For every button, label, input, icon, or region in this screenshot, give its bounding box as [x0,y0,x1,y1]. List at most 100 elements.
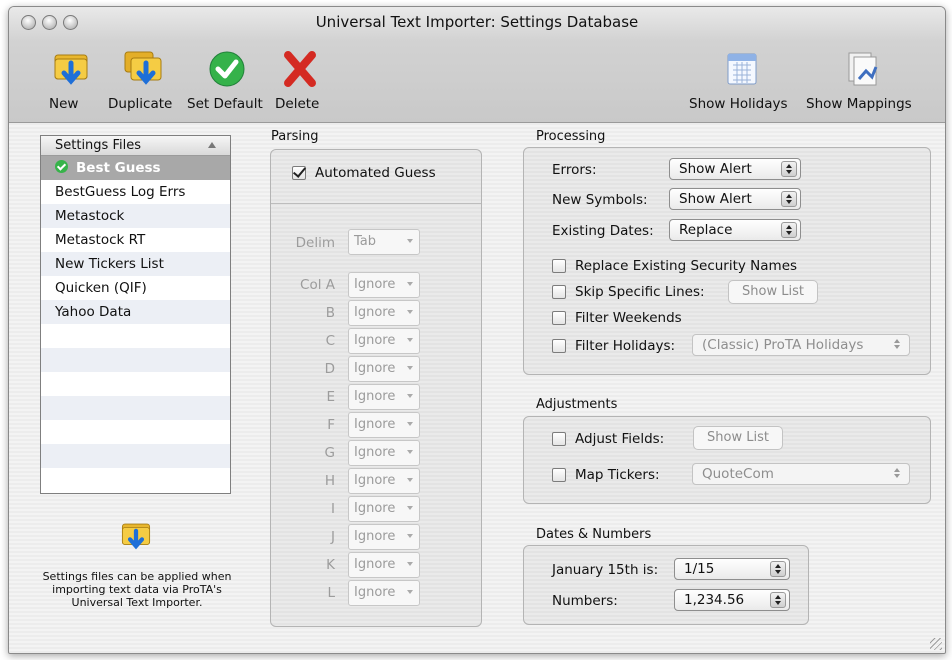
list-item[interactable]: BestGuess Log Errs [41,180,230,204]
processing-title: Processing [536,129,606,144]
settings-files-list[interactable]: Settings Files Best Guess BestGuess Log … [40,135,231,494]
set-default-button[interactable]: Set Default [187,49,267,112]
col-select[interactable]: Ignore [348,384,420,410]
automated-guess-checkbox-box [292,166,306,180]
col-select[interactable]: Ignore [348,328,420,354]
col-select[interactable]: Ignore [348,412,420,438]
stepper-arrows-icon [770,561,786,577]
skip-lines-show-list-button[interactable]: Show List [728,280,818,304]
map-tickers-checkbox-box [552,468,566,482]
col-label: B [325,305,335,321]
delim-select[interactable]: Tab [348,229,420,255]
col-label: C [325,333,335,349]
skip-lines-checkbox-box [552,285,566,299]
list-item[interactable]: Best Guess [41,156,230,180]
new-symbols-label: New Symbols: [552,192,648,208]
existing-dates-select[interactable]: Replace [669,219,801,241]
empty-row [41,396,230,420]
automated-guess-label: Automated Guess [315,165,436,181]
col-label: J [331,529,335,545]
title-toolbar: Universal Text Importer: Settings Databa… [9,7,945,123]
filter-holidays-checkbox[interactable]: Filter Holidays: [552,338,675,354]
col-label: F [327,417,335,433]
col-select[interactable]: Ignore [348,552,420,578]
settings-files-header-label: Settings Files [55,138,141,153]
adjust-fields-checkbox[interactable]: Adjust Fields: [552,431,664,447]
empty-row [41,348,230,372]
col-label: H [324,473,335,489]
col-select[interactable]: Ignore [348,356,420,382]
duplicate-button[interactable]: Duplicate [108,49,178,112]
filter-weekends-checkbox[interactable]: Filter Weekends [552,310,682,326]
col-select[interactable]: Ignore [348,300,420,326]
number-format-select[interactable]: 1,234.56 [674,589,790,611]
parsing-title: Parsing [271,129,319,144]
errors-label: Errors: [552,162,597,178]
date-format-select[interactable]: 1/15 [674,558,790,580]
empty-row [41,444,230,468]
settings-files-column-header[interactable]: Settings Files [41,136,230,156]
list-item[interactable]: Metastock [41,204,230,228]
numbers-label: Numbers: [552,593,618,609]
automated-guess-checkbox[interactable]: Automated Guess [292,165,436,181]
col-select[interactable]: Ignore [348,496,420,522]
col-select[interactable]: Ignore [348,440,420,466]
show-mappings-button[interactable]: Show Mappings [806,49,922,112]
col-select[interactable]: Ignore [348,272,420,298]
col-label: L [327,585,335,601]
map-tickers-checkbox[interactable]: Map Tickers: [552,467,660,483]
replace-names-checkbox[interactable]: Replace Existing Security Names [552,258,797,274]
stepper-arrows-icon [890,466,906,482]
january-15th-label: January 15th is: [552,562,659,578]
new-folder-icon [54,54,88,85]
stepper-arrows-icon [781,161,797,177]
show-holidays-button[interactable]: Show Holidays [689,49,795,112]
default-check-icon [55,160,68,173]
adjust-fields-checkbox-box [552,432,566,446]
col-label: G [324,445,335,461]
help-note: Settings files can be applied when impor… [42,570,232,609]
holidays-select[interactable]: (Classic) ProTA Holidays [692,334,910,356]
delete-button[interactable]: Delete [275,49,325,112]
stepper-arrows-icon [770,592,786,608]
stepper-arrows-icon [781,222,797,238]
dates-numbers-title: Dates & Numbers [536,527,652,542]
filter-weekends-checkbox-box [552,311,566,325]
list-item[interactable]: Quicken (QIF) [41,276,230,300]
new-label: New [49,96,79,112]
adjustments-title: Adjustments [536,397,618,412]
calendar-icon [727,53,757,85]
duplicate-folder-icon [124,51,162,85]
new-button[interactable]: New [49,49,93,112]
map-tickers-select[interactable]: QuoteCom [692,463,910,485]
skip-lines-checkbox[interactable]: Skip Specific Lines: [552,284,705,300]
errors-select[interactable]: Show Alert [669,158,801,180]
sort-ascending-icon [208,142,216,148]
stepper-arrows-icon [781,191,797,207]
parsing-separator [271,203,481,204]
col-select[interactable]: Ignore [348,580,420,606]
checkmark-icon [209,51,245,87]
list-item[interactable]: Yahoo Data [41,300,230,324]
list-item[interactable]: Metastock RT [41,228,230,252]
folder-import-icon [121,523,151,550]
delete-label: Delete [275,96,320,112]
empty-row [41,324,230,348]
delete-x-icon [284,51,316,87]
stepper-arrows-icon [890,337,906,353]
adjust-fields-show-list-button[interactable]: Show List [693,426,783,450]
existing-dates-label: Existing Dates: [552,223,654,239]
empty-row [41,420,230,444]
list-item[interactable]: New Tickers List [41,252,230,276]
duplicate-label: Duplicate [108,96,173,112]
new-symbols-select[interactable]: Show Alert [669,188,801,210]
col-select[interactable]: Ignore [348,524,420,550]
resize-grip[interactable] [930,638,942,650]
empty-row [41,372,230,396]
col-label: E [326,389,335,405]
col-select[interactable]: Ignore [348,468,420,494]
col-label: K [326,557,335,573]
col-label: Col A [300,277,335,293]
dates-numbers-group [523,545,809,625]
empty-row [41,468,230,492]
